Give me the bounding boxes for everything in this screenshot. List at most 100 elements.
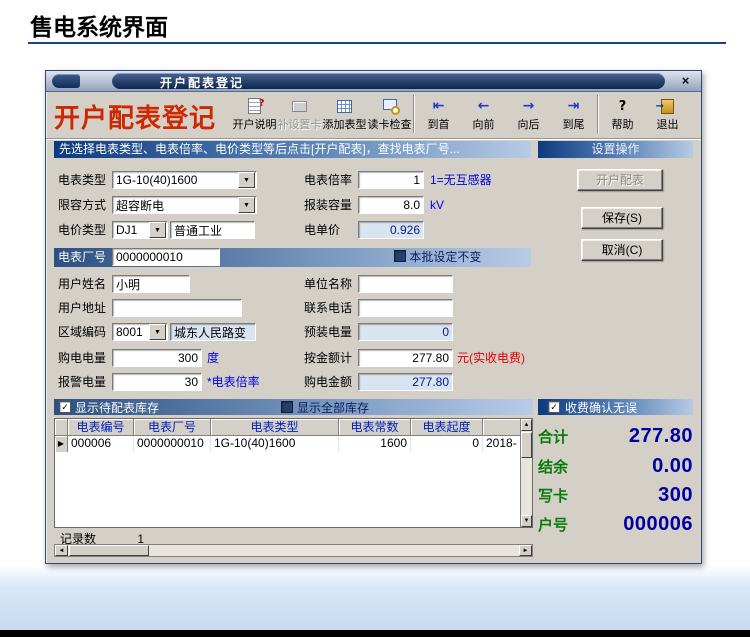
total-label: 合计 xyxy=(538,428,569,446)
hint-bar: 先选择电表类型、电表倍率、电价类型等后点击[开户配表]，查找电表厂号... xyxy=(54,141,531,158)
by-amount-hint: 元(实收电费) xyxy=(457,351,525,365)
balance-row: 结余 0.00 xyxy=(538,453,693,479)
app-logo-icon xyxy=(52,74,80,88)
chevron-down-icon[interactable]: ▼ xyxy=(149,222,166,238)
scroll-down-icon[interactable]: ▼ xyxy=(521,515,532,527)
window-titlebar[interactable]: 开户配表登记 × xyxy=(46,71,701,92)
user-name-label: 用户姓名 xyxy=(58,277,107,291)
toolbar-button-next[interactable]: → 向后 xyxy=(506,92,551,137)
account-no-row: 户号 000006 xyxy=(538,511,693,537)
meter-type-value: 1G-10(40)1600 xyxy=(116,173,198,187)
table-row[interactable]: ▶ 000006 0000000010 1G-10(40)1600 1600 0… xyxy=(55,436,532,452)
fee-confirm-label: 收费确认无误 xyxy=(565,400,638,415)
by-amount-input[interactable] xyxy=(358,349,453,367)
scroll-up-icon[interactable]: ▲ xyxy=(521,419,532,431)
limit-mode-label: 限容方式 xyxy=(58,198,107,212)
chevron-down-icon[interactable]: ▼ xyxy=(238,172,255,188)
unit-price-label: 电单价 xyxy=(304,223,341,237)
phone-input[interactable] xyxy=(358,299,453,317)
save-button[interactable]: 保存(S) xyxy=(581,207,663,229)
fee-confirm-checkbox-box[interactable]: ✓ xyxy=(548,401,560,413)
meter-ratio-input[interactable] xyxy=(358,171,424,189)
total-row: 合计 277.80 xyxy=(538,423,693,449)
toolbar-button-account-instructions[interactable]: ? 开户说明 xyxy=(232,92,277,137)
table-header-row: 电表编号 电表厂号 电表类型 电表常数 电表起度 xyxy=(55,419,532,436)
vertical-scroll-track[interactable] xyxy=(521,459,532,515)
meter-ratio-hint: 1=无互感器 xyxy=(430,173,492,187)
scroll-left-icon[interactable]: ◄ xyxy=(55,545,68,556)
show-pending-label: 显示待配表库存 xyxy=(75,400,160,415)
by-amount-label: 按金额计 xyxy=(304,351,353,365)
col-header-meter-constant[interactable]: 电表常数 xyxy=(339,419,411,436)
col-header-meter-type[interactable]: 电表类型 xyxy=(211,419,339,436)
col-header-extra[interactable] xyxy=(483,419,520,436)
horizontal-scroll-thumb[interactable] xyxy=(69,545,149,556)
settings-panel-header: 设置操作 xyxy=(538,141,693,158)
table-horizontal-scrollbar[interactable]: ◄ ► xyxy=(54,544,533,557)
capacity-input[interactable] xyxy=(358,196,424,214)
toolbar-button-add-meter-type[interactable]: 添加表型 xyxy=(322,92,367,137)
user-name-input[interactable] xyxy=(112,275,190,293)
help-icon: ? xyxy=(618,98,627,114)
purchase-amount-label: 购电金额 xyxy=(304,375,353,389)
price-type-label: 电价类型 xyxy=(58,223,107,237)
show-all-checkbox-box[interactable] xyxy=(281,401,294,413)
col-header-meter-start[interactable]: 电表起度 xyxy=(411,419,483,436)
purchase-amount-field xyxy=(358,373,453,391)
col-header-factory-no[interactable]: 电表厂号 xyxy=(134,419,211,436)
show-pending-checkbox-box[interactable]: ✓ xyxy=(59,401,71,413)
purchase-energy-unit: 度 xyxy=(207,351,220,365)
show-pending-checkbox[interactable]: ✓ 显示待配表库存 xyxy=(59,399,159,416)
toolbar-button-help[interactable]: ? 帮助 xyxy=(600,92,645,137)
purchase-energy-input[interactable] xyxy=(112,349,202,367)
open-account-button[interactable]: 开户配表 xyxy=(577,169,663,191)
address-input[interactable] xyxy=(112,299,242,317)
page-title: 售电系统界面 xyxy=(30,14,168,40)
chevron-down-icon[interactable]: ▼ xyxy=(238,197,255,213)
show-all-label: 显示全部库存 xyxy=(297,400,370,415)
go-last-icon: ⇥ xyxy=(567,97,580,114)
toolbar-button-prev[interactable]: ← 向前 xyxy=(461,92,506,137)
factory-no-input[interactable] xyxy=(112,248,220,266)
balance-value: 0.00 xyxy=(652,454,693,477)
preset-energy-field xyxy=(358,323,453,341)
phone-label: 联系电话 xyxy=(304,301,353,315)
chevron-down-icon[interactable]: ▼ xyxy=(149,324,166,340)
doc-question-icon: ? xyxy=(245,98,265,115)
show-all-checkbox[interactable]: 显示全部库存 xyxy=(281,399,369,416)
toolbar-button-reissue-setup-card[interactable]: 补设置卡 xyxy=(277,92,322,137)
unit-price-field xyxy=(358,221,424,239)
batch-fixed-checkbox[interactable]: 本批设定不变 xyxy=(394,248,481,267)
card-search-icon xyxy=(380,98,400,115)
area-code-select[interactable]: 8001 ▼ xyxy=(112,323,168,341)
account-no-label: 户号 xyxy=(538,516,569,534)
toolbar-button-first[interactable]: ⇤ 到首 xyxy=(416,92,461,137)
alarm-energy-label: 报警电量 xyxy=(58,375,107,389)
title-underline xyxy=(28,42,726,44)
total-value: 277.80 xyxy=(628,424,693,447)
cell-extra: 2018- xyxy=(486,436,517,450)
scroll-right-icon[interactable]: ► xyxy=(519,545,532,556)
vertical-scroll-thumb[interactable] xyxy=(521,432,532,458)
toolbar-button-exit[interactable]: → 退出 xyxy=(645,92,690,137)
horizontal-scroll-track[interactable] xyxy=(150,545,519,556)
capacity-label: 报装容量 xyxy=(304,198,353,212)
fee-confirm-checkbox[interactable]: ✓ 收费确认无误 xyxy=(538,399,693,415)
batch-fixed-checkbox-box[interactable] xyxy=(394,250,406,262)
close-icon[interactable]: × xyxy=(677,72,694,89)
cell-meter-no: 000006 xyxy=(68,436,134,452)
meter-type-select[interactable]: 1G-10(40)1600 ▼ xyxy=(112,171,257,189)
toolbar-button-read-card-check[interactable]: 读卡检查 xyxy=(367,92,412,137)
alarm-energy-input[interactable] xyxy=(112,373,202,391)
limit-mode-select[interactable]: 超容断电 ▼ xyxy=(112,196,257,214)
account-no-value: 000006 xyxy=(623,512,693,535)
table-vertical-scrollbar[interactable]: ▲ ▼ xyxy=(520,419,532,527)
cancel-button[interactable]: 取消(C) xyxy=(581,239,663,261)
preset-energy-label: 预装电量 xyxy=(304,325,353,339)
price-type-select[interactable]: DJ1 ▼ xyxy=(112,221,168,239)
org-name-input[interactable] xyxy=(358,275,453,293)
toolbar-button-last[interactable]: ⇥ 到尾 xyxy=(551,92,596,137)
titlebar-band: 开户配表登记 xyxy=(112,73,665,90)
page-bottom-band xyxy=(0,565,750,630)
col-header-meter-no[interactable]: 电表编号 xyxy=(68,419,134,436)
